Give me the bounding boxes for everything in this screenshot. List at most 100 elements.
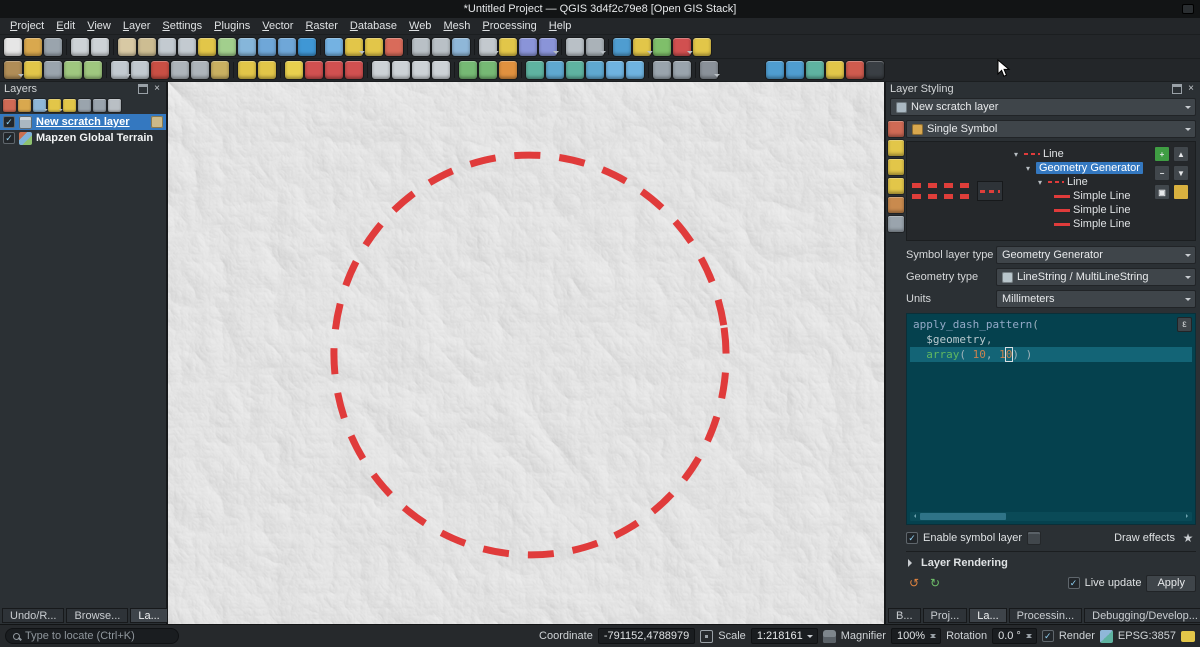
- tree-item-line-root[interactable]: ▾ Line: [1014, 147, 1154, 161]
- undock-panel-icon[interactable]: [138, 84, 148, 94]
- plugin-crimson-icon[interactable]: [846, 61, 864, 79]
- menu-edit[interactable]: Edit: [50, 19, 81, 33]
- delete-selected-icon[interactable]: [151, 61, 169, 79]
- add-mesh-layer-icon[interactable]: [566, 61, 584, 79]
- add-raster-layer-icon[interactable]: [546, 61, 564, 79]
- toggle-editing-icon[interactable]: [24, 61, 42, 79]
- add-postgis-layer-icon[interactable]: [606, 61, 624, 79]
- tree-item-simple-line-1[interactable]: Simple Line: [1014, 189, 1154, 203]
- expression-editor[interactable]: apply_dash_pattern( $geometry, array( 10…: [906, 313, 1196, 525]
- new-map-view-icon[interactable]: [586, 38, 604, 56]
- tree-item-simple-line-3[interactable]: Simple Line: [1014, 217, 1154, 231]
- save-layer-edits-icon[interactable]: [44, 61, 62, 79]
- style-manager-icon[interactable]: [673, 61, 691, 79]
- snapping-options-icon[interactable]: [345, 61, 363, 79]
- locate-search-input[interactable]: Type to locate (Ctrl+K): [5, 628, 179, 644]
- filter-by-expression-icon[interactable]: [63, 99, 76, 112]
- style-redo-icon[interactable]: ↻: [927, 575, 943, 591]
- rotation-spinbox[interactable]: 0.0 °: [992, 628, 1037, 644]
- geoprocessing-teal-icon[interactable]: [806, 61, 824, 79]
- zoom-in-icon[interactable]: [158, 38, 176, 56]
- geometry-type-combo[interactable]: LineString / MultiLineString: [996, 268, 1196, 286]
- magnifier-spinbox[interactable]: 100%: [891, 628, 941, 644]
- menu-vector[interactable]: Vector: [256, 19, 299, 33]
- scale-combo[interactable]: 1:218161: [751, 628, 818, 644]
- render-checkbox[interactable]: ✓: [1042, 630, 1054, 642]
- map-tips-icon[interactable]: [499, 38, 517, 56]
- current-edits-icon[interactable]: [4, 61, 22, 79]
- show-bookmarks-icon[interactable]: [539, 38, 557, 56]
- favorites-icon[interactable]: [826, 61, 844, 79]
- select-within-icon[interactable]: [786, 61, 804, 79]
- tree-item-simple-line-2[interactable]: Simple Line: [1014, 203, 1154, 217]
- copy-features-icon[interactable]: [191, 61, 209, 79]
- plugin-green-icon[interactable]: [653, 38, 671, 56]
- open-attribute-table-icon[interactable]: [412, 38, 430, 56]
- pan-map-icon[interactable]: [118, 38, 136, 56]
- add-wms-layer-icon[interactable]: [626, 61, 644, 79]
- coordinate-input[interactable]: -791152,4788979: [598, 628, 695, 644]
- expander-icon[interactable]: ▾: [1026, 164, 1036, 173]
- menu-layer[interactable]: Layer: [117, 19, 157, 33]
- select-tool-blue-icon[interactable]: [766, 61, 784, 79]
- new-print-layout-icon[interactable]: [71, 38, 89, 56]
- highlight-pinned-labels-icon[interactable]: [412, 61, 430, 79]
- show-layout-manager-icon[interactable]: [91, 38, 109, 56]
- data-defined-override-icon[interactable]: [1027, 531, 1041, 545]
- stream-digitizing-icon[interactable]: [325, 61, 343, 79]
- identify-features-icon[interactable]: [325, 38, 343, 56]
- vertex-tool-icon[interactable]: [111, 61, 129, 79]
- tab-browser-right[interactable]: B...: [888, 608, 921, 623]
- deselect-all-icon[interactable]: [385, 38, 403, 56]
- layer-selector-combo[interactable]: New scratch layer: [890, 98, 1196, 116]
- editor-horizontal-scrollbar[interactable]: [910, 512, 1192, 521]
- collapse-all-icon[interactable]: [93, 99, 106, 112]
- lock-scale-icon[interactable]: [823, 630, 836, 643]
- layer-item-mapzen-global-terrain[interactable]: ✓ Mapzen Global Terrain: [0, 130, 166, 146]
- move-label-icon[interactable]: [432, 61, 450, 79]
- add-vector-layer-icon[interactable]: [526, 61, 544, 79]
- messages-icon[interactable]: [1181, 631, 1195, 642]
- filter-legend-icon[interactable]: [48, 99, 61, 112]
- labels-icon[interactable]: [888, 140, 904, 156]
- menu-raster[interactable]: Raster: [299, 19, 343, 33]
- zoom-next-icon[interactable]: [278, 38, 296, 56]
- paste-features-icon[interactable]: [211, 61, 229, 79]
- add-line-feature-icon[interactable]: [84, 61, 102, 79]
- undock-panel-icon[interactable]: [1172, 84, 1182, 94]
- duplicate-symbol-layer-icon[interactable]: ▣: [1154, 184, 1170, 200]
- menu-plugins[interactable]: Plugins: [208, 19, 256, 33]
- tab-project[interactable]: Proj...: [923, 608, 968, 623]
- window-menu-icon[interactable]: [1182, 4, 1194, 14]
- tree-item-geometry-generator[interactable]: ▾ Geometry Generator: [1014, 161, 1154, 175]
- modify-attributes-icon[interactable]: [131, 61, 149, 79]
- tab-undo-redo[interactable]: Undo/R...: [2, 608, 64, 623]
- open-project-icon[interactable]: [24, 38, 42, 56]
- plugin-red-icon[interactable]: [673, 38, 691, 56]
- measure-icon[interactable]: [479, 38, 497, 56]
- pan-to-selection-icon[interactable]: [138, 38, 156, 56]
- remove-symbol-layer-icon[interactable]: −: [1154, 165, 1170, 181]
- open-expression-builder-icon[interactable]: ε: [1177, 317, 1192, 332]
- zoom-to-selection-icon[interactable]: [218, 38, 236, 56]
- label-options-icon[interactable]: [372, 61, 390, 79]
- masks-icon[interactable]: [888, 159, 904, 175]
- tab-processing[interactable]: Processin...: [1009, 608, 1082, 623]
- new-project-icon[interactable]: [4, 38, 22, 56]
- digitize-with-curve-icon[interactable]: [305, 61, 323, 79]
- map-canvas[interactable]: [168, 82, 884, 624]
- tab-browser[interactable]: Browse...: [66, 608, 128, 623]
- new-virtual-layer-icon[interactable]: [499, 61, 517, 79]
- manage-map-themes-icon[interactable]: [33, 99, 46, 112]
- add-point-feature-icon[interactable]: [64, 61, 82, 79]
- layer-item-new-scratch-layer[interactable]: ✓ New scratch layer: [0, 114, 166, 130]
- temporal-controller-icon[interactable]: [566, 38, 584, 56]
- scrollbar-handle[interactable]: [920, 513, 1006, 520]
- refresh-map-icon[interactable]: [298, 38, 316, 56]
- crs-value[interactable]: EPSG:3857: [1118, 630, 1176, 642]
- menu-help[interactable]: Help: [543, 19, 578, 33]
- tree-item-line-child[interactable]: ▾ Line: [1014, 175, 1154, 189]
- menu-database[interactable]: Database: [344, 19, 403, 33]
- save-project-icon[interactable]: [44, 38, 62, 56]
- osm-place-search-icon[interactable]: [653, 61, 671, 79]
